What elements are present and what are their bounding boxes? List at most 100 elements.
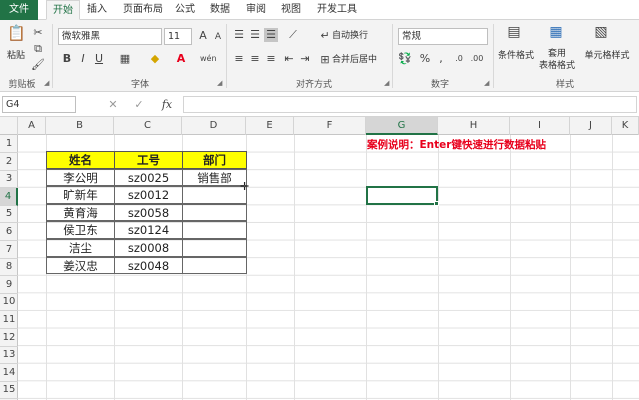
tab-home[interactable]: 开始 xyxy=(46,0,80,20)
format-as-table-icon[interactable]: ▦ xyxy=(547,25,565,43)
column-header-h[interactable]: H xyxy=(438,117,510,135)
wrap-text-icon[interactable]: ↵ xyxy=(318,29,332,43)
row-header[interactable]: 8 xyxy=(0,258,18,277)
column-header-j[interactable]: J xyxy=(570,117,612,135)
column-header-b[interactable]: B xyxy=(46,117,114,135)
border-icon[interactable]: ▦ xyxy=(118,52,132,66)
tab-review[interactable]: 审阅 xyxy=(242,0,270,20)
comma-style-icon[interactable]: , xyxy=(434,52,448,66)
italic-button[interactable]: I xyxy=(76,52,90,66)
tab-formulas[interactable]: 公式 xyxy=(172,0,198,20)
insert-function-icon[interactable]: fx xyxy=(158,98,176,112)
row-header-selected[interactable]: 4 xyxy=(0,187,18,206)
table-header-name[interactable]: 姓名 xyxy=(46,151,115,169)
conditional-formatting-icon[interactable]: ▤ xyxy=(505,25,523,43)
conditional-formatting-button[interactable]: 条件格式 xyxy=(494,50,538,62)
table-cell[interactable]: 李公明 xyxy=(46,168,115,187)
tab-data[interactable]: 数据 xyxy=(206,0,234,20)
merge-center-icon[interactable]: ⊞ xyxy=(318,53,332,67)
merge-center-button[interactable]: 合并后居中 xyxy=(332,54,392,66)
table-cell[interactable]: 黄育海 xyxy=(46,203,115,222)
table-cell[interactable] xyxy=(182,239,247,257)
align-middle-icon[interactable]: ☰ xyxy=(248,28,262,42)
align-left-icon[interactable]: ≡ xyxy=(232,52,246,66)
table-cell[interactable]: sz0124 xyxy=(114,221,183,239)
cancel-icon[interactable]: ✕ xyxy=(106,98,120,112)
table-cell[interactable]: sz0048 xyxy=(114,256,183,275)
table-header-dept[interactable]: 部门 xyxy=(182,151,247,169)
fill-handle[interactable] xyxy=(434,201,439,206)
wrap-text-button[interactable]: 自动换行 xyxy=(332,30,392,42)
align-right-icon[interactable]: ≡ xyxy=(264,52,278,66)
column-header-a[interactable]: A xyxy=(18,117,46,135)
row-header[interactable]: 1 xyxy=(0,135,18,153)
row-header[interactable]: 11 xyxy=(0,311,18,329)
align-bottom-icon[interactable]: ☰ xyxy=(264,28,278,42)
fill-color-icon[interactable]: ◆ xyxy=(148,52,162,66)
font-dialog-launcher-icon[interactable]: ◢ xyxy=(217,79,222,87)
table-cell[interactable]: 销售部 xyxy=(182,168,247,187)
cell-styles-button[interactable]: 单元格样式 xyxy=(578,50,636,62)
enter-icon[interactable]: ✓ xyxy=(132,98,146,112)
align-top-icon[interactable]: ☰ xyxy=(232,28,246,42)
row-header[interactable]: 6 xyxy=(0,223,18,241)
row-header[interactable]: 14 xyxy=(0,364,18,382)
percent-icon[interactable]: % xyxy=(418,52,432,66)
align-center-icon[interactable]: ≡ xyxy=(248,52,262,66)
table-cell[interactable]: sz0008 xyxy=(114,239,183,257)
copy-icon[interactable]: ⧉ xyxy=(31,42,45,56)
column-header-g[interactable]: G xyxy=(366,117,438,135)
row-header[interactable]: 15 xyxy=(0,381,18,400)
table-cell[interactable] xyxy=(182,256,247,275)
phonetic-icon[interactable]: wén xyxy=(200,52,217,66)
table-cell[interactable]: sz0025 xyxy=(114,168,183,187)
tab-view[interactable]: 视图 xyxy=(278,0,304,20)
increase-indent-icon[interactable]: ⇥ xyxy=(298,52,312,66)
number-dialog-launcher-icon[interactable]: ◢ xyxy=(484,79,489,87)
format-as-table-button[interactable]: 套用 表格格式 xyxy=(534,48,580,72)
table-cell[interactable]: 姜汉忠 xyxy=(46,256,115,275)
decrease-decimal-icon[interactable]: .00 xyxy=(470,52,484,66)
orientation-icon[interactable]: ⟋ xyxy=(286,28,300,42)
decrease-indent-icon[interactable]: ⇤ xyxy=(282,52,296,66)
paste-icon[interactable]: 📋 xyxy=(7,26,26,46)
currency-icon[interactable]: 💱 xyxy=(398,52,412,66)
cut-icon[interactable]: ✂ xyxy=(31,26,45,40)
paste-button[interactable]: 粘贴 xyxy=(4,50,28,62)
table-cell[interactable]: 洁尘 xyxy=(46,239,115,257)
table-header-id[interactable]: 工号 xyxy=(114,151,183,169)
column-header-f[interactable]: F xyxy=(294,117,366,135)
alignment-dialog-launcher-icon[interactable]: ◢ xyxy=(384,79,389,87)
table-cell[interactable]: sz0012 xyxy=(114,186,183,204)
row-header[interactable]: 10 xyxy=(0,293,18,312)
clipboard-dialog-launcher-icon[interactable]: ◢ xyxy=(44,79,49,87)
cell-styles-icon[interactable]: ▧ xyxy=(592,25,610,43)
underline-button[interactable]: U xyxy=(92,52,106,66)
select-all-button[interactable] xyxy=(0,117,18,135)
column-header-i[interactable]: I xyxy=(510,117,570,135)
bold-button[interactable]: B xyxy=(60,52,74,66)
shrink-font-icon[interactable]: A xyxy=(211,30,225,44)
number-format-select[interactable]: 常规 xyxy=(398,28,488,45)
tab-page-layout[interactable]: 页面布局 xyxy=(118,0,168,20)
table-cell[interactable]: 旷新年 xyxy=(46,186,115,204)
worksheet-grid[interactable]: 姓名 工号 部门 李公明 sz0025 销售部 旷新年 sz0012 黄育海 s… xyxy=(18,135,639,400)
tab-developer[interactable]: 开发工具 xyxy=(312,0,362,20)
font-name-select[interactable]: 微软雅黑 xyxy=(58,28,162,45)
grow-font-icon[interactable]: A xyxy=(196,29,210,43)
font-color-icon[interactable]: A xyxy=(174,52,188,66)
row-header[interactable]: 2 xyxy=(0,153,18,171)
table-cell[interactable] xyxy=(182,186,247,204)
increase-decimal-icon[interactable]: .0 xyxy=(452,52,466,66)
column-header-d[interactable]: D xyxy=(182,117,246,135)
font-size-select[interactable]: 11 xyxy=(164,28,192,45)
formula-input[interactable] xyxy=(183,96,637,113)
column-header-k[interactable]: K xyxy=(612,117,639,135)
selected-cell-g4[interactable] xyxy=(366,186,438,205)
tab-file[interactable]: 文件 xyxy=(0,0,38,20)
table-cell[interactable]: sz0058 xyxy=(114,203,183,222)
column-header-e[interactable]: E xyxy=(246,117,294,135)
table-cell[interactable] xyxy=(182,221,247,239)
table-cell[interactable]: 侯卫东 xyxy=(46,221,115,239)
row-header[interactable]: 13 xyxy=(0,346,18,365)
